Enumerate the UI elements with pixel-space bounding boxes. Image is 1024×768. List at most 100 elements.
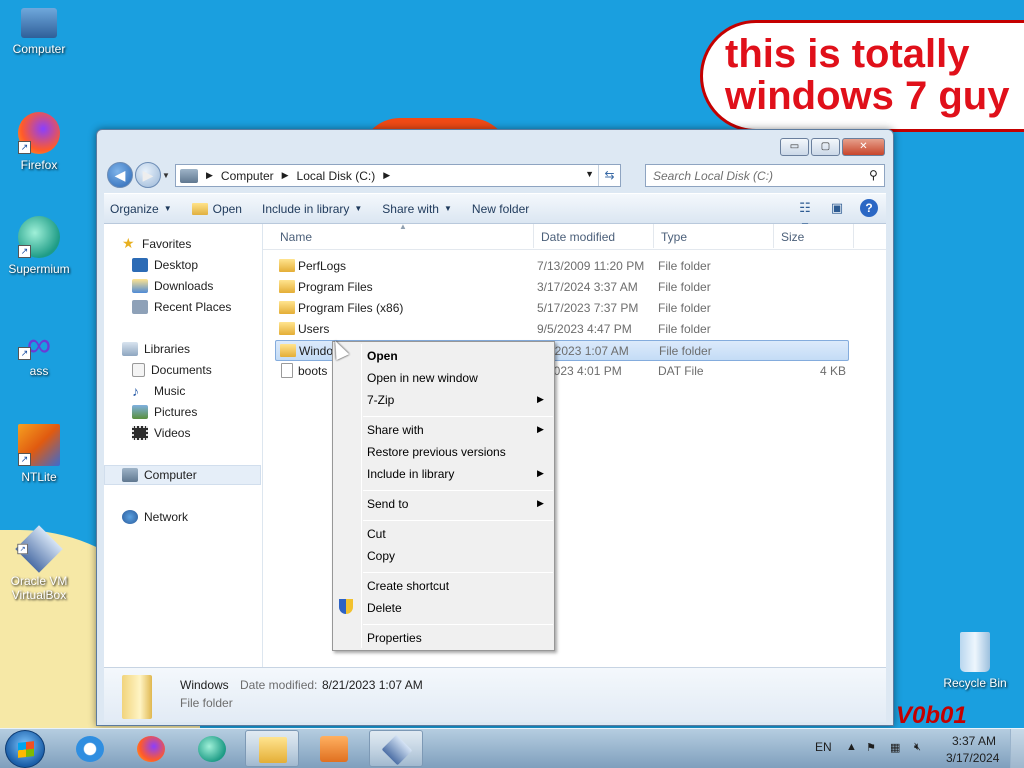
nav-favorites[interactable]: ★ Favorites <box>122 234 278 254</box>
desktop-icon-firefox[interactable]: ↗ Firefox <box>0 112 78 172</box>
column-divider[interactable] <box>773 224 774 248</box>
nav-libraries[interactable]: Libraries <box>122 339 278 359</box>
menu-item-delete[interactable]: Delete <box>367 601 402 615</box>
search-icon[interactable]: ⚲ <box>869 168 878 182</box>
preview-pane-icon[interactable]: ▣ <box>828 199 846 217</box>
computer-icon <box>21 8 57 38</box>
nav-label: Documents <box>151 363 212 377</box>
breadcrumb-local-disk[interactable]: Local Disk (C:) <box>297 169 376 183</box>
file-row[interactable]: PerfLogs 7/13/2009 11:20 PM File folder <box>275 256 849 277</box>
chevron-right-icon[interactable]: ▶ <box>383 170 390 181</box>
action-center-flag-icon[interactable]: ⚑ <box>866 741 876 754</box>
menu-item-open-new-window[interactable]: Open in new window <box>367 371 478 385</box>
forward-button[interactable]: ▶ <box>135 162 161 188</box>
desktop-icon-ntlite[interactable]: ↗ NTLite <box>0 424 78 484</box>
taskbar-media-player[interactable] <box>307 730 361 767</box>
taskbar-virtualbox[interactable] <box>369 730 423 767</box>
chevron-right-icon[interactable]: ▶ <box>282 170 289 181</box>
libraries-icon <box>122 342 138 356</box>
details-name: Windows <box>180 678 229 692</box>
column-date-modified[interactable]: Date modified <box>541 230 615 244</box>
folder-icon <box>279 301 295 314</box>
show-desktop-button[interactable] <box>1010 729 1024 768</box>
show-hidden-icons-icon[interactable]: ▲ <box>846 741 857 753</box>
help-icon[interactable]: ? <box>860 199 878 217</box>
details-modified-label: Date modified: <box>240 678 318 692</box>
nav-network[interactable]: Network <box>122 507 278 527</box>
file-type: File folder <box>658 259 711 273</box>
window-controls: ▭ ▢ ✕ <box>780 138 885 156</box>
file-row[interactable]: Program Files 3/17/2024 3:37 AM File fol… <box>275 277 849 298</box>
file-name: Windo <box>299 344 334 358</box>
menu-item-share-with[interactable]: Share with <box>367 423 424 437</box>
taskbar-internet-explorer[interactable] <box>63 730 117 767</box>
share-with-button[interactable]: Share with ▼ <box>382 202 452 216</box>
taskbar-explorer[interactable] <box>245 730 299 767</box>
network-icon[interactable]: ▦ <box>890 741 900 754</box>
folder-icon <box>279 259 295 272</box>
nav-computer[interactable]: Computer <box>104 465 261 485</box>
search-input[interactable]: Search Local Disk (C:) <box>645 164 885 187</box>
menu-item-properties[interactable]: Properties <box>367 631 422 645</box>
organize-button[interactable]: Organize ▼ <box>110 202 172 216</box>
maximize-button[interactable]: ▢ <box>811 138 840 156</box>
firefox-icon <box>137 736 165 762</box>
desktop-icon-virtualbox[interactable]: ↗ Oracle VM VirtualBox <box>0 525 78 602</box>
clock-time[interactable]: 3:37 AM <box>952 734 996 748</box>
open-button[interactable]: Open <box>191 201 242 216</box>
volume-muted-icon[interactable]: 🔇︎ <box>914 741 921 754</box>
menu-separator <box>363 490 553 491</box>
menu-item-cut[interactable]: Cut <box>367 527 386 541</box>
network-icon <box>122 510 138 524</box>
column-divider[interactable] <box>533 224 534 248</box>
recent-pages-dropdown[interactable]: ▼ <box>162 171 170 180</box>
close-button[interactable]: ✕ <box>842 138 885 156</box>
nav-label: Pictures <box>154 405 198 419</box>
back-button[interactable]: ◀ <box>107 162 133 188</box>
view-options-icon[interactable]: ☷ ▾ <box>796 199 814 233</box>
column-type[interactable]: Type <box>661 230 687 244</box>
file-name: Program Files <box>298 280 373 294</box>
file-row[interactable]: Program Files (x86) 5/17/2023 7:37 PM Fi… <box>275 298 849 319</box>
file-row[interactable]: Users 9/5/2023 4:47 PM File folder <box>275 319 849 340</box>
menu-item-copy[interactable]: Copy <box>367 549 395 563</box>
star-icon: ★ <box>122 235 135 251</box>
column-headers: ▲ Name Date modified Type Size <box>263 222 886 250</box>
taskbar-firefox[interactable] <box>124 730 178 767</box>
desktop-icon-supermium[interactable]: ↗ Supermium <box>0 216 78 276</box>
nav-label: Network <box>144 510 189 524</box>
menu-item-send-to[interactable]: Send to <box>367 497 408 511</box>
menu-item-7zip[interactable]: 7-Zip <box>367 393 394 407</box>
refresh-button[interactable]: ⇆ <box>598 165 620 186</box>
column-divider[interactable] <box>653 224 654 248</box>
menu-item-include-in-library[interactable]: Include in library <box>367 467 454 481</box>
menu-item-restore-previous-versions[interactable]: Restore previous versions <box>367 445 506 459</box>
menu-item-create-shortcut[interactable]: Create shortcut <box>367 579 449 593</box>
desktop-icon-recycle-bin[interactable]: Recycle Bin <box>936 632 1014 690</box>
menu-item-open[interactable]: Open <box>367 349 398 363</box>
minimize-button[interactable]: ▭ <box>780 138 809 156</box>
column-name[interactable]: Name <box>280 230 312 244</box>
new-folder-button[interactable]: New folder <box>472 202 529 216</box>
column-divider[interactable] <box>853 224 854 248</box>
include-in-library-button[interactable]: Include in library ▼ <box>262 202 362 216</box>
nav-label: Music <box>154 384 186 398</box>
address-bar[interactable]: ▶ Computer ▶ Local Disk (C:) ▶ ▼ ⇆ <box>175 164 621 187</box>
desktop-icon-ass[interactable]: ∞ ↗ ass <box>0 328 78 378</box>
arrow-left-icon: ◀ <box>114 167 126 183</box>
column-size[interactable]: Size <box>781 230 804 244</box>
chevron-down-icon[interactable]: ▼ <box>585 169 594 179</box>
taskbar-supermium[interactable] <box>185 730 239 767</box>
desktop-icon-computer[interactable]: Computer <box>0 8 78 56</box>
chevron-down-icon: ▼ <box>443 204 452 213</box>
language-indicator[interactable]: EN <box>815 740 832 754</box>
uac-shield-icon <box>339 599 353 614</box>
clock-date[interactable]: 3/17/2024 <box>946 751 999 765</box>
taskbar: EN ▲ ⚑ ▦ 🔇︎ 3:37 AM 3/17/2024 <box>0 728 1024 768</box>
open-label: Open <box>212 201 242 216</box>
start-button[interactable] <box>5 730 45 768</box>
nav-label: Desktop <box>154 258 199 272</box>
chevron-right-icon[interactable]: ▶ <box>206 170 213 181</box>
breadcrumb-computer[interactable]: Computer <box>221 169 274 183</box>
downloads-icon <box>132 279 148 293</box>
